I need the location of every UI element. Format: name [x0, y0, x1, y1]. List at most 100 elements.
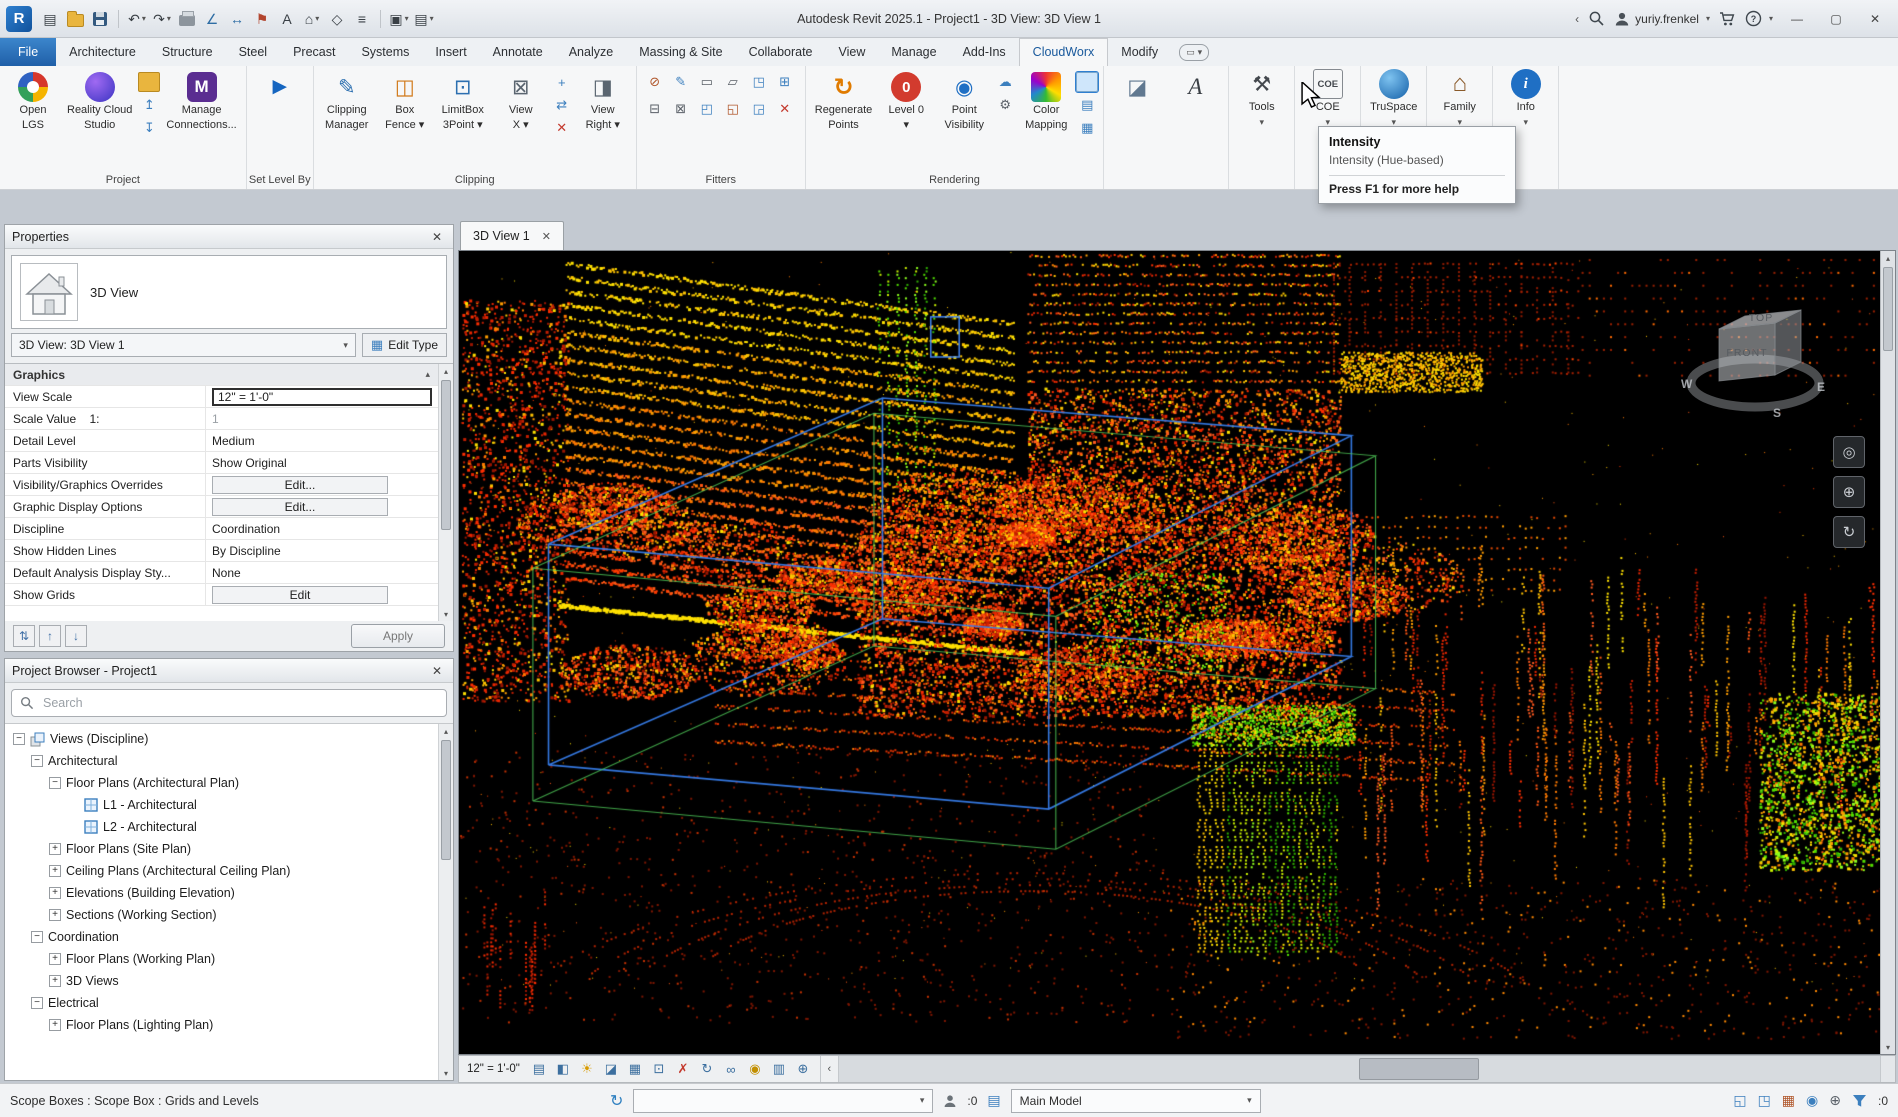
cart-icon[interactable]: [1719, 11, 1736, 27]
floor-plan-button[interactable]: A: [1167, 69, 1223, 132]
scroll-up-icon[interactable]: ▴: [1881, 251, 1895, 265]
edit-button[interactable]: Edit: [212, 586, 388, 604]
undo-button[interactable]: ↶▾: [125, 6, 149, 32]
browser-search[interactable]: [11, 689, 447, 717]
search-icon[interactable]: [1588, 10, 1605, 27]
save-button[interactable]: [88, 6, 112, 32]
set-level-by-button[interactable]: ►: [252, 69, 308, 132]
displacement-button[interactable]: ⊕: [792, 1058, 814, 1080]
revit-logo[interactable]: R: [6, 6, 32, 32]
fitter-polygon-button[interactable]: ▱: [722, 72, 744, 92]
manage-connections-button[interactable]: MManageConnections...: [162, 69, 240, 132]
tree-item-l2-architectural[interactable]: L2 - Architectural: [5, 816, 453, 838]
ribbon-tab-architecture[interactable]: Architecture: [56, 38, 149, 66]
ribbon-tab-cloudworx[interactable]: CloudWorx: [1019, 38, 1109, 66]
fitter-delete-button[interactable]: ✕: [774, 99, 796, 119]
ribbon-tab-precast[interactable]: Precast: [280, 38, 348, 66]
user-account-button[interactable]: yuriy.frenkel ▾: [1614, 11, 1710, 27]
level-0-button[interactable]: 0Level 0 ▾: [878, 69, 934, 132]
selection-filter-icon[interactable]: [1852, 1093, 1867, 1108]
thin-lines-button[interactable]: ≡: [350, 6, 374, 32]
property-value[interactable]: Show Original: [205, 452, 438, 473]
view-scale-input[interactable]: 12" = 1'-0": [212, 388, 432, 406]
point-cloud-view[interactable]: [459, 251, 1880, 1054]
property-value[interactable]: Medium: [205, 430, 438, 451]
quick-slice-button[interactable]: ◪: [1109, 69, 1165, 132]
scroll-down-icon[interactable]: ▾: [1881, 1040, 1895, 1054]
select-by-face-toggle[interactable]: ◉: [1806, 1092, 1818, 1109]
view-cube[interactable]: W E S FRONT TOP: [1679, 277, 1831, 427]
tag-button[interactable]: ⚑: [250, 6, 274, 32]
open-lgs-button[interactable]: OpenLGS: [5, 69, 61, 132]
properties-close-icon[interactable]: ✕: [428, 230, 446, 244]
collapse-icon[interactable]: −: [31, 931, 43, 943]
tree-item-sections-working-section[interactable]: +Sections (Working Section): [5, 904, 453, 926]
select-links-toggle[interactable]: ◱: [1733, 1092, 1746, 1109]
ribbon-tab-file[interactable]: File: [0, 38, 56, 66]
tree-item-floor-plans-lighting-plan[interactable]: +Floor Plans (Lighting Plan): [5, 1014, 453, 1036]
truspace-button[interactable]: TruSpace: [1366, 66, 1422, 114]
orbit-button[interactable]: ↻: [1833, 516, 1865, 548]
property-sort-desc-button[interactable]: ↓: [65, 625, 87, 647]
scrollbar-thumb[interactable]: [1359, 1058, 1479, 1080]
fitter-grid-button[interactable]: ⊞: [774, 72, 796, 92]
tree-item-floor-plans-site-plan[interactable]: +Floor Plans (Site Plan): [5, 838, 453, 860]
view-tab-3d-view-1[interactable]: 3D View 1 ✕: [460, 221, 564, 250]
select-pinned-toggle[interactable]: ▦: [1782, 1092, 1795, 1109]
intensity-button[interactable]: [1076, 72, 1098, 92]
expand-icon[interactable]: +: [49, 865, 61, 877]
ribbon-tab-analyze[interactable]: Analyze: [556, 38, 626, 66]
expand-icon[interactable]: +: [49, 887, 61, 899]
navigation-wheel-button[interactable]: ◎: [1833, 436, 1865, 468]
swap-clip-button[interactable]: ⇄: [551, 95, 573, 115]
temporary-hide-button[interactable]: ∞: [720, 1058, 742, 1080]
ribbon-tab-modify[interactable]: Modify: [1108, 38, 1171, 66]
crop-view-button[interactable]: ▦: [624, 1058, 646, 1080]
search-input[interactable]: [41, 695, 438, 711]
tools-panel-expander[interactable]: ▾: [1229, 114, 1294, 131]
expand-icon[interactable]: +: [49, 953, 61, 965]
reveal-hidden-button[interactable]: ◉: [744, 1058, 766, 1080]
viewport-horizontal-scrollbar[interactable]: [838, 1056, 1880, 1082]
ribbon-tab-structure[interactable]: Structure: [149, 38, 226, 66]
scroll-left-icon[interactable]: ‹: [820, 1056, 838, 1082]
qat-customize-icon[interactable]: ‹: [1575, 12, 1579, 26]
help-button[interactable]: ? ▾: [1745, 10, 1773, 27]
editable-only-icon[interactable]: [943, 1094, 957, 1108]
shadows-button[interactable]: ◪: [600, 1058, 622, 1080]
property-value[interactable]: None: [205, 562, 438, 583]
regenerate-points-button[interactable]: ↻RegeneratePoints: [811, 69, 877, 132]
collapse-icon[interactable]: −: [13, 733, 25, 745]
maximize-button[interactable]: ▢: [1821, 6, 1851, 32]
browser-scrollbar[interactable]: ▴ ▾: [438, 724, 453, 1080]
add-clip-button[interactable]: +: [551, 72, 573, 92]
fitter-close-button[interactable]: ⊠: [670, 99, 692, 119]
cloud-sync-button[interactable]: ☁: [994, 72, 1016, 92]
ribbon-tab-annotate[interactable]: Annotate: [480, 38, 556, 66]
default-3d-view-button[interactable]: ⌂▾: [300, 6, 324, 32]
visual-style-button[interactable]: ◧: [552, 1058, 574, 1080]
collapse-section-icon[interactable]: ▴: [425, 369, 438, 380]
expand-icon[interactable]: +: [49, 1019, 61, 1031]
text-button[interactable]: A: [275, 6, 299, 32]
file-tabs-button[interactable]: ▤: [38, 6, 62, 32]
drag-on-selection-toggle[interactable]: ⊕: [1829, 1092, 1841, 1109]
close-inactive-windows-button[interactable]: ▤▾: [412, 6, 436, 32]
fitter-sketch-button[interactable]: ✎: [670, 72, 692, 92]
ribbon-tab-systems[interactable]: Systems: [348, 38, 422, 66]
elevation-mapping-button[interactable]: ▤: [1076, 95, 1098, 115]
refresh-button[interactable]: ↻: [696, 1058, 718, 1080]
property-value[interactable]: Edit: [205, 584, 438, 605]
property-sort-button[interactable]: ⇅: [13, 625, 35, 647]
expand-icon[interactable]: +: [49, 843, 61, 855]
view-x-button[interactable]: ⊠ViewX ▾: [493, 69, 549, 132]
ribbon-display-toggle[interactable]: ▭▾: [1179, 44, 1209, 61]
tree-item-views-discipline[interactable]: −Views (Discipline): [5, 728, 453, 750]
sun-path-button[interactable]: ☀: [576, 1058, 598, 1080]
property-value[interactable]: Coordination: [205, 518, 438, 539]
type-selector[interactable]: 3D View: [11, 255, 447, 329]
ribbon-tab-steel[interactable]: Steel: [226, 38, 281, 66]
ribbon-tab-add-ins[interactable]: Add-Ins: [950, 38, 1019, 66]
collapse-icon[interactable]: −: [49, 777, 61, 789]
design-option-select[interactable]: Main Model ▾: [1011, 1089, 1261, 1113]
